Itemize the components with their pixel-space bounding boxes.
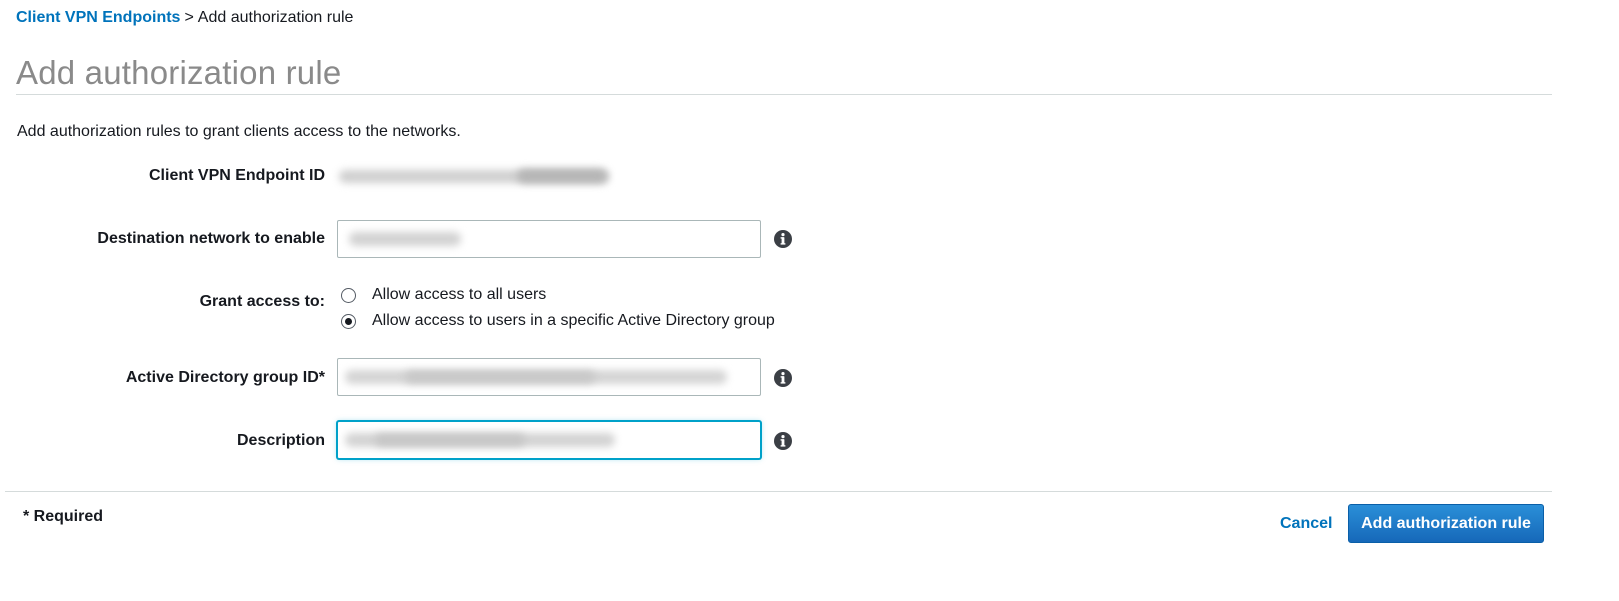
footer-divider [5,491,1552,492]
radio-option-all-users[interactable]: Allow access to all users [341,285,546,305]
radio-button-all-users[interactable] [341,287,356,303]
ad-group-id-label: Active Directory group ID* [125,369,325,386]
description-input[interactable] [337,421,761,459]
grant-access-label: Grant access to: [199,293,325,310]
add-authorization-rule-button[interactable]: Add authorization rule [1348,504,1544,543]
description-label: Description [236,432,325,449]
title-divider [16,94,1552,95]
endpoint-id-label: Client VPN Endpoint ID [149,167,325,184]
breadcrumb-separator: > [184,9,194,26]
destination-network-input[interactable] [337,220,761,258]
info-circle-icon[interactable] [773,229,793,249]
ad-group-id-input[interactable] [337,358,761,396]
cancel-button[interactable]: Cancel [1280,514,1332,534]
breadcrumb-link-client-vpn-endpoints[interactable]: Client VPN Endpoints [16,9,180,26]
radio-label-all-users: Allow access to all users [372,286,547,303]
radio-button-ad-group[interactable] [341,313,356,329]
required-note: * Required [23,508,104,525]
radio-option-ad-group[interactable]: Allow access to users in a specific Acti… [341,311,775,331]
breadcrumb-current: Add authorization rule [197,9,354,26]
page-title: Add authorization rule [16,54,342,91]
destination-network-label: Destination network to enable [97,230,325,247]
info-circle-icon[interactable] [773,368,793,388]
intro-text: Add authorization rules to grant clients… [17,123,461,140]
info-circle-icon[interactable] [773,431,793,451]
breadcrumb: Client VPN Endpoints > Add authorization r… [16,8,353,28]
endpoint-id-value-redacted [337,166,613,186]
radio-label-ad-group: Allow access to users in a specific Acti… [372,312,775,329]
